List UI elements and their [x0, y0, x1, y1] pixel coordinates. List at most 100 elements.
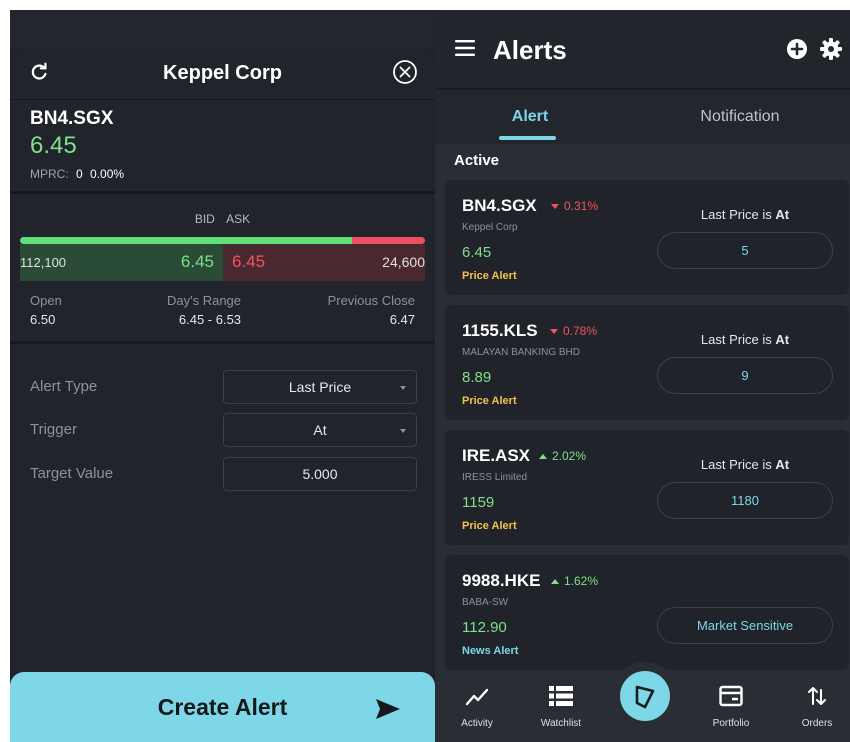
alert-change: 1.62%	[551, 574, 598, 588]
panel-title: Keppel Corp	[163, 62, 282, 84]
close-circle-icon[interactable]	[391, 58, 419, 86]
nav-watchlist[interactable]: Watchlist	[521, 672, 601, 742]
section-header: Active	[435, 144, 850, 178]
send-icon	[376, 699, 400, 719]
alert-price: 6.45	[462, 244, 492, 261]
bid-label: BID	[194, 212, 215, 226]
alert-type-value: Last Price	[288, 379, 352, 395]
open-value: 6.50	[30, 312, 56, 327]
alert-symbol: 1155.KLS	[462, 321, 538, 340]
alert-target-pill[interactable]: 5	[657, 232, 833, 269]
ask-label: ASK	[226, 212, 251, 226]
mprc-info: MPRC: 0 0.00%	[30, 167, 124, 181]
mprc-value: 0	[76, 167, 83, 181]
stock-price: 6.45	[30, 132, 77, 159]
tab-alert[interactable]: Alert	[435, 108, 625, 126]
active-tab-indicator	[499, 136, 556, 140]
alert-card[interactable]: IRE.ASX 2.02% IRESS Limited 1159 Price A…	[445, 430, 849, 545]
days-range-label: Day's Range	[167, 293, 242, 308]
trigger-value: At	[313, 422, 327, 438]
nav-orders[interactable]: Orders	[777, 672, 850, 742]
nav-portfolio[interactable]: Portfolio	[691, 672, 771, 742]
watchlist-icon	[549, 686, 573, 706]
alert-symbol: IRE.ASX	[462, 446, 531, 465]
triangle-down-icon	[550, 329, 558, 334]
divider	[10, 341, 435, 344]
portfolio-icon	[719, 685, 743, 707]
alert-company-name: MALAYAN BANKING BHD	[462, 347, 580, 358]
alert-change: 2.02%	[539, 449, 586, 463]
bottom-navigation: Activity Watchlist Portfolio Orders	[435, 662, 850, 742]
center-action-button[interactable]	[611, 662, 679, 730]
alert-symbol: 9988.HKE	[462, 571, 541, 590]
alert-card[interactable]: BN4.SGX 0.31% Keppel Corp 6.45 Price Ale…	[445, 180, 849, 295]
alert-symbol: BN4.SGX	[462, 196, 537, 215]
mprc-label: MPRC:	[30, 167, 69, 181]
alert-change: 0.78%	[550, 324, 597, 338]
alert-change: 0.31%	[551, 199, 598, 213]
target-value-input[interactable]: 5.000	[223, 457, 417, 491]
ask-quantity: 24,600	[382, 254, 425, 270]
alert-type-label: Alert Type	[30, 378, 98, 395]
alert-condition: Last Price is At	[700, 207, 790, 222]
market-depth: 112,100 6.45 6.45 24,600	[20, 244, 425, 281]
chevron-down-icon	[400, 386, 406, 390]
trigger-label: Trigger	[30, 421, 77, 438]
alert-list: BN4.SGX 0.31% Keppel Corp 6.45 Price Ale…	[435, 178, 850, 672]
alert-card[interactable]: 9988.HKE 1.62% BABA-SW 112.90 News Alert…	[445, 555, 849, 670]
add-circle-icon[interactable]	[786, 38, 808, 60]
create-alert-label: Create Alert	[157, 694, 288, 720]
previous-close-label: Previous Close	[327, 293, 415, 308]
tab-notification[interactable]: Notification	[635, 108, 845, 126]
nav-portfolio-label: Portfolio	[712, 718, 750, 729]
bid-quantity: 112,100	[20, 255, 67, 270]
ask-bar-fill	[352, 237, 425, 244]
create-alert-button[interactable]: Create Alert	[10, 672, 435, 742]
status-area	[10, 10, 435, 48]
bid-ask-bar	[20, 237, 425, 244]
menu-icon[interactable]	[455, 40, 475, 56]
activity-icon	[465, 688, 489, 706]
price-stats: Open 6.50 Day's Range 6.45 - 6.53 Previo…	[30, 293, 415, 333]
search-compass-icon	[635, 685, 655, 709]
alert-target-pill[interactable]: Market Sensitive	[657, 607, 833, 644]
alert-type: Price Alert	[462, 520, 517, 532]
ask-side: 6.45 24,600	[223, 244, 425, 281]
days-range-stat: Day's Range 6.45 - 6.53	[167, 293, 241, 327]
bid-ask-header: BID ASK	[10, 212, 435, 226]
app-bar: Alerts	[435, 10, 850, 90]
target-value-label: Target Value	[30, 465, 114, 482]
alert-condition: Last Price is At	[700, 332, 790, 347]
previous-close-value: 6.47	[389, 312, 415, 327]
section-title: Active	[454, 152, 500, 169]
mprc-percent: 0.00%	[90, 167, 125, 181]
alert-type: News Alert	[462, 645, 519, 657]
create-alert-panel: Keppel Corp BN4.SGX 6.45 MPRC: 0 0.00% B…	[10, 10, 435, 742]
alert-card[interactable]: 1155.KLS 0.78% MALAYAN BANKING BHD 8.89 …	[445, 305, 849, 420]
alert-type-select[interactable]: Last Price	[223, 370, 417, 404]
nav-activity[interactable]: Activity	[437, 672, 517, 742]
alert-price: 112.90	[462, 619, 507, 636]
alert-company-name: Keppel Corp	[462, 222, 518, 233]
orders-icon	[808, 687, 826, 705]
triangle-up-icon	[551, 579, 559, 584]
alerts-screen: Alerts Alert Notification Active BN4.SGX…	[435, 10, 850, 742]
nav-watchlist-label: Watchlist	[540, 718, 582, 729]
days-range-value: 6.45 - 6.53	[178, 312, 242, 327]
triangle-down-icon	[551, 204, 559, 209]
bid-bar-fill	[20, 237, 353, 244]
bid-price: 6.45	[180, 252, 214, 271]
bid-side: 112,100 6.45	[20, 244, 223, 281]
nav-orders-label: Orders	[801, 718, 833, 729]
alert-target-pill[interactable]: 1180	[657, 482, 833, 519]
alert-condition: Last Price is At	[700, 457, 790, 472]
divider	[10, 191, 435, 194]
triangle-up-icon	[539, 454, 547, 459]
trigger-select[interactable]: At	[223, 413, 417, 447]
nav-activity-label: Activity	[461, 718, 493, 729]
panel-header: Keppel Corp	[10, 48, 435, 100]
alert-type: Price Alert	[462, 395, 517, 407]
alert-target-pill[interactable]: 9	[657, 357, 833, 394]
alert-company-name: IRESS Limited	[462, 472, 528, 483]
gear-icon[interactable]	[820, 38, 842, 60]
